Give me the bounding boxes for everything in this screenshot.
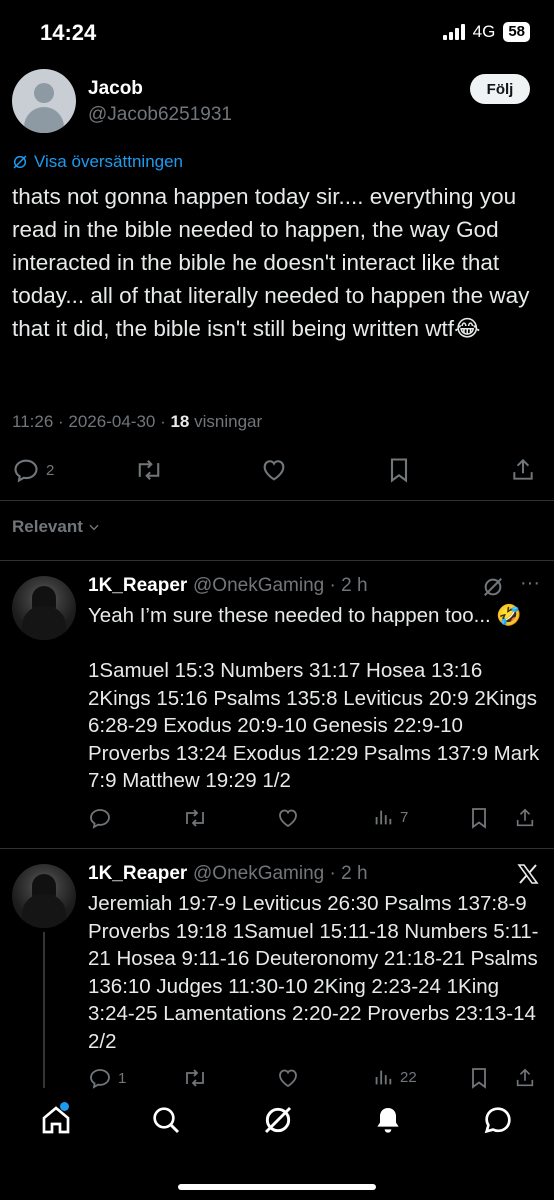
translate-label: Visa översättningen xyxy=(34,152,184,171)
post-date: 2026-04-30 xyxy=(68,412,156,431)
post-time: 11:26 xyxy=(12,412,54,431)
reply-actions: 7 xyxy=(88,806,538,832)
views-count: 22 xyxy=(400,1068,417,1086)
avatar[interactable] xyxy=(12,864,76,928)
home-indicator xyxy=(178,1184,376,1190)
avatar[interactable] xyxy=(12,69,76,133)
share-icon xyxy=(510,456,536,484)
author-name[interactable]: Jacob xyxy=(88,78,143,100)
battery-icon: 58 xyxy=(503,22,530,42)
notification-dot xyxy=(60,1102,69,1111)
views-button[interactable]: 22 xyxy=(372,1066,417,1088)
reply-button[interactable]: 1 xyxy=(88,1066,126,1090)
divider xyxy=(0,500,554,501)
status-time: 14:24 xyxy=(40,20,97,45)
sort-dropdown[interactable]: Relevant xyxy=(12,517,101,537)
like-icon xyxy=(260,456,288,484)
divider xyxy=(0,560,554,561)
bookmark-button[interactable] xyxy=(386,456,412,484)
reply-author-handle[interactable]: @OnekGaming · 2 h xyxy=(193,863,368,885)
avatar[interactable] xyxy=(12,576,76,640)
share-icon xyxy=(514,1066,536,1090)
signal-icon xyxy=(442,24,465,40)
x-logo-icon xyxy=(516,862,540,886)
reply-author-handle[interactable]: @OnekGaming · 2 h xyxy=(193,575,368,597)
status-indicators: 4G 58 xyxy=(442,22,530,42)
bookmark-icon xyxy=(468,1066,490,1090)
reply-count: 1 xyxy=(118,1069,127,1087)
share-button[interactable] xyxy=(514,806,536,830)
post-text: thats not gonna happen today sir.... eve… xyxy=(12,184,530,341)
notifications-icon[interactable] xyxy=(372,1104,404,1136)
retweet-icon xyxy=(182,1066,208,1090)
grok-icon xyxy=(12,154,28,170)
grok-icon[interactable] xyxy=(262,1104,294,1136)
views-count: 7 xyxy=(400,808,409,826)
retweet-button[interactable] xyxy=(182,806,208,830)
chevron-down-icon xyxy=(87,520,101,534)
reply-button[interactable]: 2 xyxy=(12,456,54,484)
bookmark-icon xyxy=(468,806,490,830)
reply-text: Yeah I’m sure these needed to happen too… xyxy=(88,604,540,792)
views-icon xyxy=(372,1066,394,1088)
post-actions: 2 xyxy=(12,456,542,486)
retweet-button[interactable] xyxy=(134,456,164,484)
retweet-icon xyxy=(182,806,208,830)
like-icon xyxy=(276,806,300,830)
views-count: 18 xyxy=(170,412,190,431)
divider xyxy=(0,848,554,849)
bookmark-button[interactable] xyxy=(468,806,490,830)
like-icon xyxy=(276,1066,300,1090)
views-icon xyxy=(372,806,394,828)
status-bar: 14:24 4G 58 xyxy=(0,0,554,66)
reply-actions: 1 22 xyxy=(88,1066,538,1092)
grok-icon[interactable] xyxy=(482,576,504,598)
share-button[interactable] xyxy=(514,1066,536,1090)
bookmark-button[interactable] xyxy=(468,1066,490,1090)
views-button[interactable]: 7 xyxy=(372,806,408,828)
reply-icon xyxy=(88,806,112,830)
like-button[interactable] xyxy=(260,456,288,484)
follow-button[interactable]: Följ xyxy=(470,74,530,104)
reply-author-name[interactable]: 1K_Reaper xyxy=(88,575,187,597)
thread-line xyxy=(43,932,45,1088)
reply-icon xyxy=(88,1066,112,1090)
more-options-icon[interactable]: ··· xyxy=(520,573,540,593)
bottom-nav xyxy=(0,1092,554,1200)
reply-count: 2 xyxy=(46,461,55,479)
sort-label: Relevant xyxy=(12,517,83,536)
reply-text: Jeremiah 19:7-9 Leviticus 26:30 Psalms 1… xyxy=(88,892,539,1053)
search-icon[interactable] xyxy=(150,1104,182,1136)
share-icon xyxy=(514,806,536,830)
translate-link[interactable]: Visa översättningen xyxy=(12,152,183,172)
reply-author-name[interactable]: 1K_Reaper xyxy=(88,863,187,885)
retweet-icon xyxy=(134,456,164,484)
messages-icon[interactable] xyxy=(482,1104,514,1136)
views-label: visningar xyxy=(194,412,263,431)
share-button[interactable] xyxy=(510,456,536,484)
like-button[interactable] xyxy=(276,806,300,830)
like-button[interactable] xyxy=(276,1066,300,1090)
author-handle[interactable]: @Jacob6251931 xyxy=(88,104,232,126)
reply-icon xyxy=(12,456,40,484)
bookmark-icon xyxy=(386,456,412,484)
post-meta: 11:26 · 2026-04-30 · 18 visningar xyxy=(12,412,263,431)
reply-button[interactable] xyxy=(88,806,118,830)
retweet-button[interactable] xyxy=(182,1066,208,1090)
network-type: 4G xyxy=(472,22,496,41)
